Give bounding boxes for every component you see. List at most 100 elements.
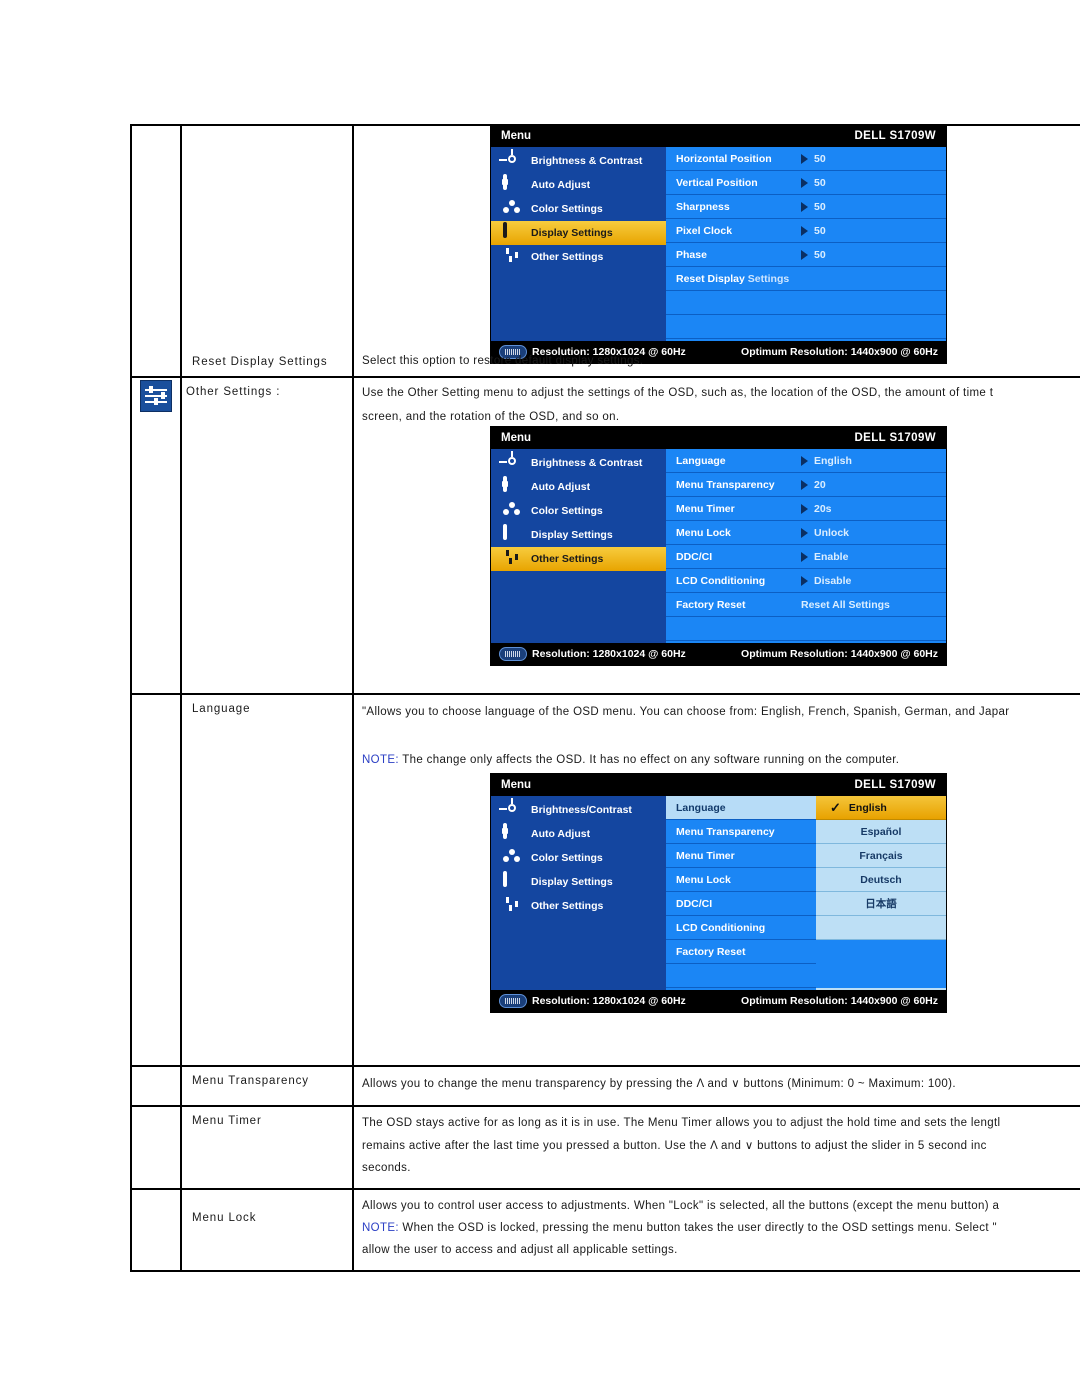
- osd-row-label: Language: [676, 801, 726, 814]
- osd-category-label: Brightness & Contrast: [531, 457, 643, 469]
- auto-adjust-icon: [502, 174, 508, 190]
- osd-row-factory-reset[interactable]: Factory Reset: [666, 940, 816, 964]
- osd-category-other-settings[interactable]: Other Settings: [491, 894, 666, 918]
- osd-display-settings-screenshot: Menu DELL S1709W Brightness & Contrast Au…: [491, 125, 946, 363]
- row-label-cell: Menu Timer: [180, 1105, 354, 1190]
- osd-row-sharpness[interactable]: Sharpness 50: [666, 195, 946, 219]
- osd-category-display-settings[interactable]: Display Settings: [491, 523, 666, 547]
- osd-category-other-settings[interactable]: Other Settings: [491, 245, 666, 269]
- osd-row-factory-reset[interactable]: Factory Reset Reset All Settings: [666, 593, 946, 617]
- chevron-right-icon: [801, 201, 808, 212]
- osd-body: Brightness/Contrast Auto Adjust Color Sett…: [491, 796, 946, 990]
- osd-category-color-settings[interactable]: Color Settings: [491, 197, 666, 221]
- osd-row-menu-timer[interactable]: Menu Timer 20s: [666, 497, 946, 521]
- osd-row-menu-timer[interactable]: Menu Timer: [666, 844, 816, 868]
- osd-row-label: LCD Conditioning: [676, 574, 766, 587]
- auto-adjust-icon: [502, 476, 508, 492]
- osd-category-label: Auto Adjust: [531, 179, 591, 191]
- osd-row-label: Menu Transparency: [676, 825, 775, 838]
- row-label: Menu Transparency: [192, 1075, 309, 1087]
- osd-row-label: Menu Timer: [676, 849, 735, 862]
- osd-row-menu-lock[interactable]: Menu Lock Unlock: [666, 521, 946, 545]
- osd-status-resolution: Resolution: 1280x1024 @ 60Hz: [532, 995, 686, 1007]
- table-row: Reset Display Settings Menu DELL S1709W …: [130, 124, 1080, 378]
- osd-category-list: Brightness/Contrast Auto Adjust Color Sett…: [491, 796, 666, 990]
- osd-language-option-fran-ais[interactable]: Français: [816, 844, 946, 868]
- osd-language-option-[interactable]: 日本語: [816, 892, 946, 916]
- osd-row-pixel-clock[interactable]: Pixel Clock 50: [666, 219, 946, 243]
- osd-row-language[interactable]: Language: [666, 796, 816, 820]
- osd-row-label: Menu Lock: [676, 873, 731, 886]
- osd-language-option-english[interactable]: ✓ English: [816, 796, 946, 820]
- osd-row-label: Pixel Clock: [676, 224, 733, 237]
- chevron-right-icon: [801, 225, 808, 236]
- osd-category-label: Color Settings: [531, 203, 603, 215]
- osd-category-auto-adjust[interactable]: Auto Adjust: [491, 475, 666, 499]
- osd-row-value: English: [801, 455, 852, 467]
- sliders-icon: [140, 380, 172, 412]
- osd-row-ddc-ci[interactable]: DDC/CI Enable: [666, 545, 946, 569]
- chevron-right-icon: [801, 479, 808, 490]
- osd-row-horizontal-position[interactable]: Horizontal Position 50: [666, 147, 946, 171]
- osd-status-left: Resolution: 1280x1024 @ 60Hz: [499, 994, 686, 1008]
- table-row: Language "Allows you to choose language …: [130, 693, 1080, 1067]
- osd-row-menu-transparency[interactable]: Menu Transparency: [666, 820, 816, 844]
- page-viewport: Reset Display Settings Menu DELL S1709W …: [0, 0, 1080, 1397]
- row-label: Language: [192, 703, 251, 715]
- osd-menu-title: Menu: [501, 130, 532, 142]
- row-label-cell: Reset Display Settings: [180, 124, 354, 378]
- osd-brand: DELL S1709W: [854, 779, 936, 791]
- osd-category-color-settings[interactable]: Color Settings: [491, 846, 666, 870]
- osd-category-auto-adjust[interactable]: Auto Adjust: [491, 173, 666, 197]
- osd-category-color-settings[interactable]: Color Settings: [491, 499, 666, 523]
- osd-category-display-settings[interactable]: Display Settings: [491, 870, 666, 894]
- osd-row-menu-transparency[interactable]: Menu Transparency 20: [666, 473, 946, 497]
- row-body-cell: Allows you to change the menu transparen…: [352, 1064, 1080, 1108]
- osd-menu-title: Menu: [501, 779, 532, 791]
- row-icon-cell: [130, 124, 182, 378]
- osd-category-label: Brightness/Contrast: [531, 804, 632, 816]
- osd-category-label: Other Settings: [531, 900, 604, 912]
- osd-category-brightness-contrast[interactable]: Brightness/Contrast: [491, 798, 666, 822]
- osd-options-list: Language English Menu Transparency 20 Menu T…: [666, 449, 946, 643]
- osd-language-label: 日本語: [865, 898, 897, 910]
- osd-category-auto-adjust[interactable]: Auto Adjust: [491, 822, 666, 846]
- osd-row-empty: [666, 291, 946, 315]
- table-row: Menu Transparency Allows you to change t…: [130, 1064, 1080, 1108]
- osd-category-label: Display Settings: [531, 529, 613, 541]
- osd-row-phase[interactable]: Phase 50: [666, 243, 946, 267]
- osd-category-display-settings[interactable]: Display Settings: [491, 221, 666, 245]
- row-label-cell: Menu Transparency: [180, 1064, 354, 1108]
- osd-row-empty: [666, 315, 946, 339]
- osd-category-label: Other Settings: [531, 553, 604, 565]
- osd-options-table: Reset Display Settings Menu DELL S1709W …: [130, 124, 1080, 1273]
- osd-language-option-espa-ol[interactable]: Español: [816, 820, 946, 844]
- osd-category-other-settings[interactable]: Other Settings: [491, 547, 666, 571]
- osd-titlebar: Menu DELL S1709W: [491, 125, 946, 147]
- osd-category-brightness-contrast[interactable]: Brightness & Contrast: [491, 451, 666, 475]
- body-spacer: [362, 725, 1080, 747]
- osd-row-label: Menu Timer: [676, 502, 735, 515]
- osd-language-option-deutsch[interactable]: Deutsch: [816, 868, 946, 892]
- osd-language-fill: [816, 964, 946, 988]
- osd-row-value: 20: [801, 479, 826, 491]
- osd-row-vertical-position[interactable]: Vertical Position 50: [666, 171, 946, 195]
- osd-row-lcd-conditioning[interactable]: LCD Conditioning: [666, 916, 816, 940]
- osd-row-reset-display[interactable]: Reset Display Settings: [666, 267, 946, 291]
- display-settings-icon: [503, 222, 507, 238]
- osd-language-label: Français: [859, 849, 903, 862]
- osd-language-fill: [816, 940, 946, 964]
- row-body-cell: Allows you to control user access to adj…: [352, 1187, 1080, 1273]
- osd-language-blank: [816, 916, 946, 940]
- body-line: screen, and the rotation of the OSD, and…: [362, 411, 620, 424]
- osd-body: Brightness & Contrast Auto Adjust Color Se…: [491, 147, 946, 341]
- osd-status-left: Resolution: 1280x1024 @ 60Hz: [499, 647, 686, 661]
- osd-row-language[interactable]: Language English: [666, 449, 946, 473]
- osd-row-ddc-ci[interactable]: DDC/CI: [666, 892, 816, 916]
- osd-category-label: Brightness & Contrast: [531, 155, 643, 167]
- osd-row-menu-lock[interactable]: Menu Lock: [666, 868, 816, 892]
- osd-row-lcd-conditioning[interactable]: LCD Conditioning Disable: [666, 569, 946, 593]
- chevron-right-icon: [801, 527, 808, 538]
- osd-category-brightness-contrast[interactable]: Brightness & Contrast: [491, 149, 666, 173]
- row-body-cell: Use the Other Setting menu to adjust the…: [352, 376, 1080, 695]
